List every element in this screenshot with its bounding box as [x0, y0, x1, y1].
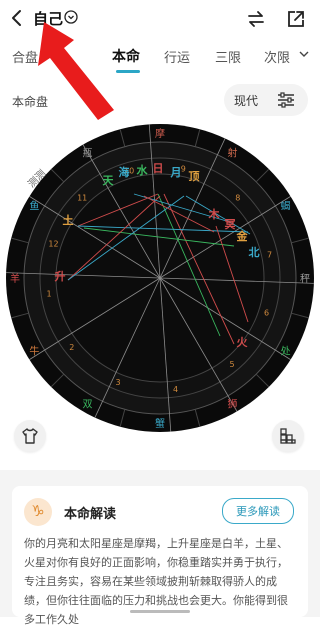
house-number: 2: [69, 343, 74, 352]
tab-secondary[interactable]: 次限: [264, 47, 290, 66]
sign-label: 射: [228, 147, 238, 159]
sign-glyph: ♑: [31, 502, 45, 520]
interpretation-card: ♑ 本命解读 更多解读 你的月亮和太阳星座是摩羯，上升星座是白羊，土星、火星对你…: [12, 486, 308, 626]
more-button-label: 更多解读: [236, 505, 280, 518]
share-icon[interactable]: [286, 9, 306, 29]
planet-label: 金: [236, 229, 249, 243]
blocks-button[interactable]: [272, 420, 304, 452]
planet-label: 土: [63, 213, 74, 227]
house-number: 9: [181, 164, 186, 173]
house-number: 6: [264, 309, 269, 318]
planet-label: 北: [249, 245, 260, 259]
mode-selector[interactable]: 现代: [224, 84, 308, 116]
sign-label: 狮: [228, 398, 238, 411]
sign-label: 牛: [29, 345, 39, 358]
planet-label: 火: [237, 336, 249, 349]
sliders-icon: [278, 92, 294, 108]
red-arrow-annotation: [38, 22, 114, 120]
house-number: 5: [229, 360, 234, 369]
tshirt-button[interactable]: [14, 420, 46, 452]
mode-label: 现代: [234, 94, 259, 108]
planet-label: 冥: [225, 218, 236, 231]
planet-label: 天: [103, 174, 115, 187]
planet-label: 水: [137, 163, 149, 177]
tab-tertiary[interactable]: 三限: [215, 47, 241, 66]
tab-transit[interactable]: 行运: [164, 47, 190, 66]
natal-chart-wheel[interactable]: 摩射蝎秤处狮蟹双牛羊鱼瓶123456789101112测测 天海水日月顶土 木冥金北…: [4, 122, 316, 434]
house-number: 8: [235, 193, 240, 202]
sign-label: 瓶: [83, 146, 93, 159]
swap-icon[interactable]: [246, 9, 266, 29]
capricorn-icon: ♑: [24, 498, 52, 526]
more-interpretation-button[interactable]: 更多解读: [222, 498, 294, 524]
sign-label: 羊: [10, 272, 20, 285]
house-number: 12: [48, 239, 58, 248]
interpretation-text: 你的月亮和太阳星座是摩羯，上升星座是白羊，土星、火星对你有良好的正面影响，你稳重…: [24, 537, 288, 626]
planet-label: 海: [119, 165, 130, 179]
card-title: 本命解读: [64, 507, 117, 522]
house-number: 7: [267, 251, 272, 260]
house-number: 4: [173, 385, 178, 394]
home-indicator: [130, 610, 190, 613]
sign-label: 鱼: [29, 200, 39, 213]
sign-label: 摩: [155, 127, 165, 140]
planet-label: 升: [55, 269, 66, 283]
sign-label: 秤: [300, 273, 310, 285]
blocks-icon: [280, 428, 296, 444]
sign-label: 处: [281, 346, 291, 358]
planet-label: 月: [170, 166, 182, 179]
house-number: 3: [115, 378, 120, 387]
sign-label: 双: [83, 399, 93, 411]
sign-label: 蟹: [155, 417, 165, 430]
tshirt-icon: [22, 428, 38, 444]
house-number: 1: [47, 290, 52, 299]
planet-label: 日: [153, 162, 164, 175]
chevron-down-icon[interactable]: [298, 48, 310, 60]
house-number: 11: [77, 193, 87, 202]
sign-label: 蝎: [281, 201, 291, 213]
planet-label: 顶: [189, 170, 200, 183]
planet-label: 木: [208, 207, 221, 221]
